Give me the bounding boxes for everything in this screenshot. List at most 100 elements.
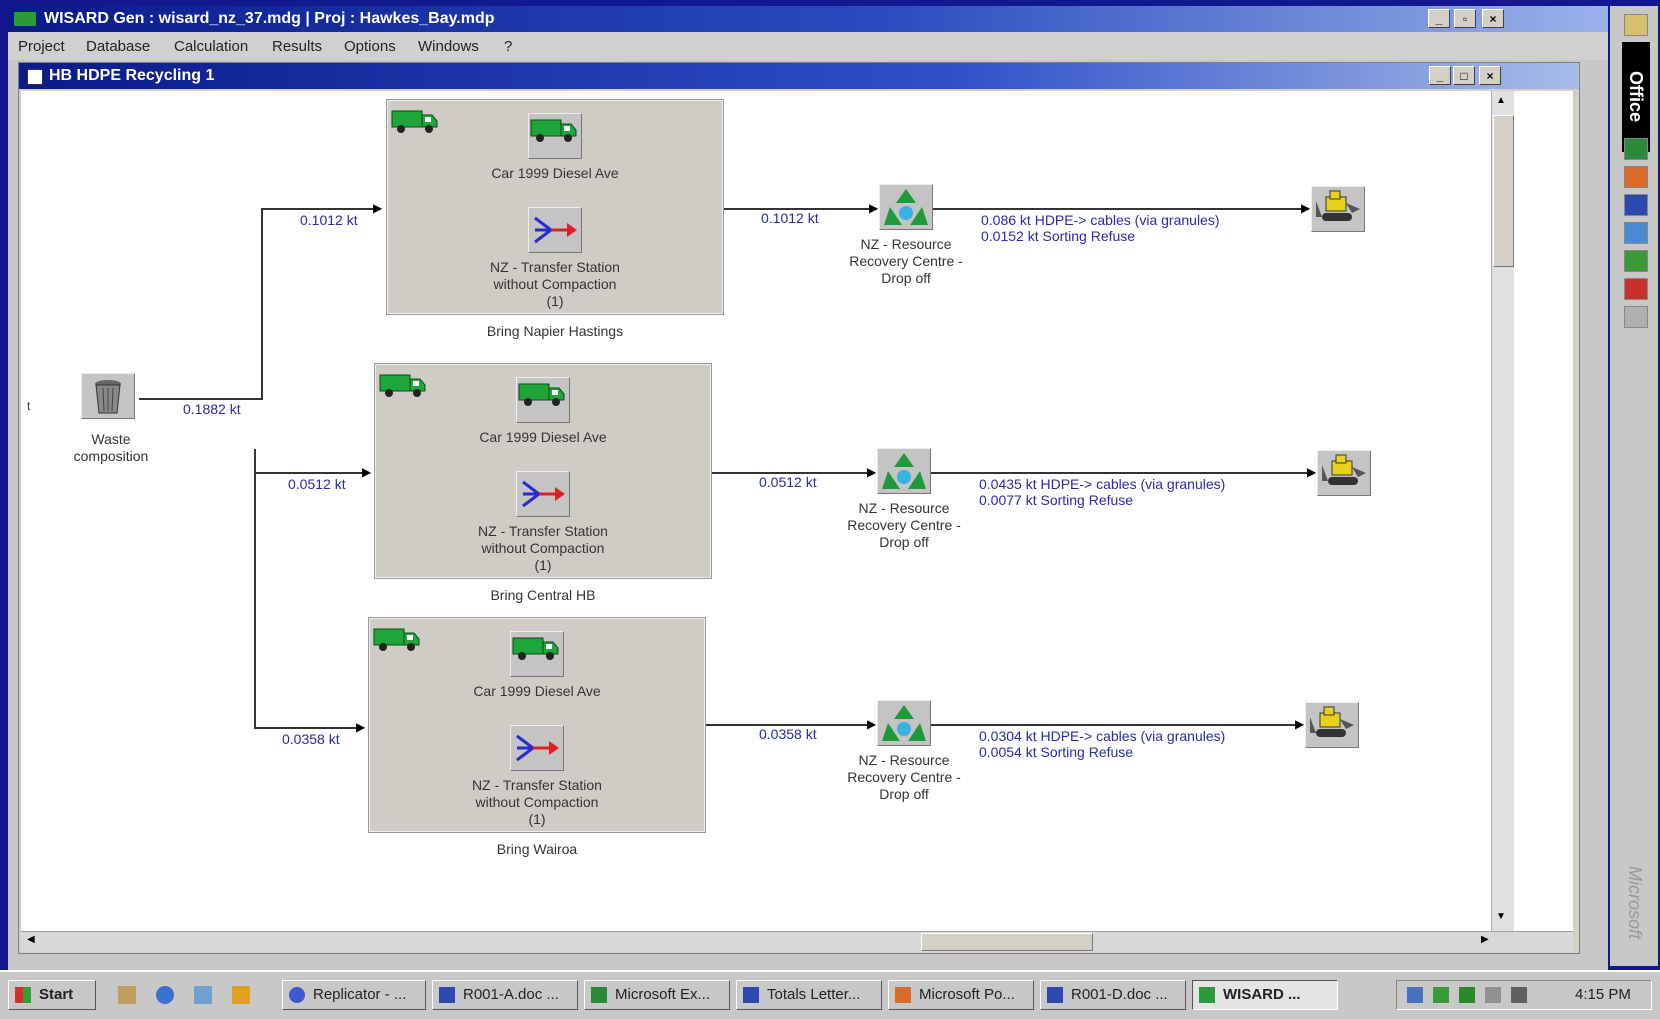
child-maximize-button[interactable]: □	[1453, 66, 1475, 85]
transport-label: Car 1999 Diesel Ave	[479, 429, 607, 445]
tray-sync-icon[interactable]	[1433, 987, 1449, 1003]
source-flow-label: 0.1882 kt	[183, 401, 241, 417]
transport-node[interactable]	[510, 631, 564, 677]
group-truck-badge[interactable]	[372, 623, 422, 658]
menu-project[interactable]: Project	[18, 38, 65, 55]
app-titlebar[interactable]: WISARD Gen : wisard_nz_37.mdg | Proj : H…	[8, 6, 1608, 32]
output-product-line: 0.0304 kt HDPE-> cables (via granules)	[979, 728, 1226, 744]
tray-network-icon[interactable]	[1407, 987, 1423, 1003]
task-label: Totals Letter...	[767, 986, 861, 1003]
landfill-node[interactable]	[1305, 702, 1359, 748]
truck-icon	[373, 628, 420, 651]
scroll-down-arrow[interactable]: ▼	[1496, 911, 1506, 922]
tools-icon[interactable]	[1624, 306, 1648, 328]
close-button[interactable]: ×	[1482, 9, 1504, 28]
office-shortcut-bar: Office Microsoft	[1610, 6, 1658, 966]
quicklaunch-desktop-icon[interactable]	[118, 986, 136, 1004]
trash-bin-icon	[95, 380, 121, 414]
vertical-scrollbar[interactable]: ▲ ▼	[1491, 91, 1514, 931]
arrowhead: ▶	[356, 720, 366, 734]
resource-recovery-node[interactable]	[877, 448, 931, 494]
task-replicator[interactable]: Replicator - ...	[282, 980, 426, 1010]
word-doc-icon	[1047, 987, 1063, 1003]
scroll-right-arrow[interactable]: ▶	[1481, 934, 1489, 945]
connector	[254, 727, 360, 729]
outlook-icon[interactable]	[1624, 222, 1648, 244]
task-r001a[interactable]: R001-A.doc ...	[432, 980, 578, 1010]
app-title: WISARD Gen : wisard_nz_37.mdg | Proj : H…	[44, 10, 495, 27]
task-r001d[interactable]: R001-D.doc ...	[1040, 980, 1186, 1010]
task-totals-letter[interactable]: Totals Letter...	[736, 980, 882, 1010]
waste-composition-label: Waste composition	[73, 431, 149, 464]
menu-options[interactable]: Options	[344, 38, 396, 55]
group-truck-badge[interactable]	[390, 105, 440, 140]
scroll-left-arrow[interactable]: ◀	[27, 934, 35, 945]
task-label: Microsoft Po...	[919, 986, 1015, 1003]
menu-help[interactable]: ?	[504, 38, 512, 55]
connector	[261, 208, 377, 210]
transfer-node[interactable]	[528, 207, 582, 253]
menu-calculation[interactable]: Calculation	[174, 38, 248, 55]
quicklaunch-channels-icon[interactable]	[194, 986, 212, 1004]
arrowhead: ▶	[867, 717, 877, 731]
transfer-node[interactable]	[510, 725, 564, 771]
transfer-node[interactable]	[516, 471, 570, 517]
tray-money-icon[interactable]	[1459, 987, 1475, 1003]
access-icon[interactable]	[1624, 278, 1648, 300]
resource-recovery-node[interactable]	[879, 184, 933, 230]
quicklaunch-ie-icon[interactable]	[156, 986, 174, 1004]
facility-label: NZ - Resource Recovery Centre - Drop off	[847, 752, 961, 802]
tray-monitor-icon[interactable]	[1511, 987, 1527, 1003]
quicklaunch-media-icon[interactable]	[232, 986, 250, 1004]
connector	[254, 449, 256, 729]
powerpoint-doc-icon	[895, 987, 911, 1003]
scroll-up-arrow[interactable]: ▲	[1496, 95, 1506, 106]
truck-icon	[518, 383, 565, 406]
output-flow-label: 0.0512 kt	[759, 474, 817, 490]
landfill-node[interactable]	[1311, 186, 1365, 232]
vertical-scroll-thumb[interactable]	[1493, 115, 1514, 267]
landfill-node[interactable]	[1317, 450, 1371, 496]
minimize-button[interactable]: _	[1428, 9, 1450, 28]
facility-label: NZ - Resource Recovery Centre - Drop off	[849, 236, 963, 286]
word-icon[interactable]	[1624, 194, 1648, 216]
menu-windows[interactable]: Windows	[418, 38, 479, 55]
menu-database[interactable]: Database	[86, 38, 150, 55]
diagram-canvas[interactable]: ▲ ▼ ▶ ▶ ▶ Waste composition 0.1882 kt t …	[21, 91, 1573, 931]
task-excel[interactable]: Microsoft Ex...	[584, 980, 730, 1010]
edge-marker: t	[27, 399, 31, 413]
connector	[931, 724, 1301, 726]
restore-button[interactable]: ▫	[1454, 9, 1476, 28]
resource-recovery-node[interactable]	[877, 700, 931, 746]
task-wisard[interactable]: WISARD ...	[1192, 980, 1338, 1010]
task-powerpoint[interactable]: Microsoft Po...	[888, 980, 1034, 1010]
office-folder-button[interactable]	[1624, 14, 1648, 36]
horizontal-scrollbar[interactable]: ◀ ▶	[21, 931, 1573, 952]
group-label: Bring Napier Hastings	[486, 323, 624, 339]
waste-composition-node[interactable]	[81, 373, 135, 419]
connector	[139, 398, 263, 400]
input-flow-label: 0.1012 kt	[300, 212, 358, 228]
horizontal-scroll-thumb[interactable]	[921, 933, 1093, 951]
group-label: Bring Central HB	[490, 587, 596, 603]
group-truck-badge[interactable]	[378, 369, 428, 404]
truck-icon	[530, 119, 577, 142]
powerpoint-icon[interactable]	[1624, 166, 1648, 188]
arrowhead: ▶	[867, 465, 877, 479]
word-doc-icon	[743, 987, 759, 1003]
start-label: Start	[39, 986, 74, 1003]
child-close-button[interactable]: ×	[1479, 66, 1501, 85]
connector	[261, 208, 263, 400]
transport-node[interactable]	[516, 377, 570, 423]
output-product-line: 0.0435 kt HDPE-> cables (via granules)	[979, 476, 1226, 492]
tray-volume-icon[interactable]	[1485, 987, 1501, 1003]
diagram-window-titlebar[interactable]: HB HDPE Recycling 1 _ □ ×	[19, 63, 1579, 89]
transport-node[interactable]	[528, 113, 582, 159]
task-label: WISARD ...	[1223, 986, 1301, 1003]
excel-icon[interactable]	[1624, 138, 1648, 160]
menu-results[interactable]: Results	[272, 38, 322, 55]
child-minimize-button[interactable]: _	[1429, 66, 1451, 85]
landfill-bulldozer-icon	[1310, 706, 1354, 737]
start-button[interactable]: Start	[8, 980, 96, 1010]
money-icon[interactable]	[1624, 250, 1648, 272]
